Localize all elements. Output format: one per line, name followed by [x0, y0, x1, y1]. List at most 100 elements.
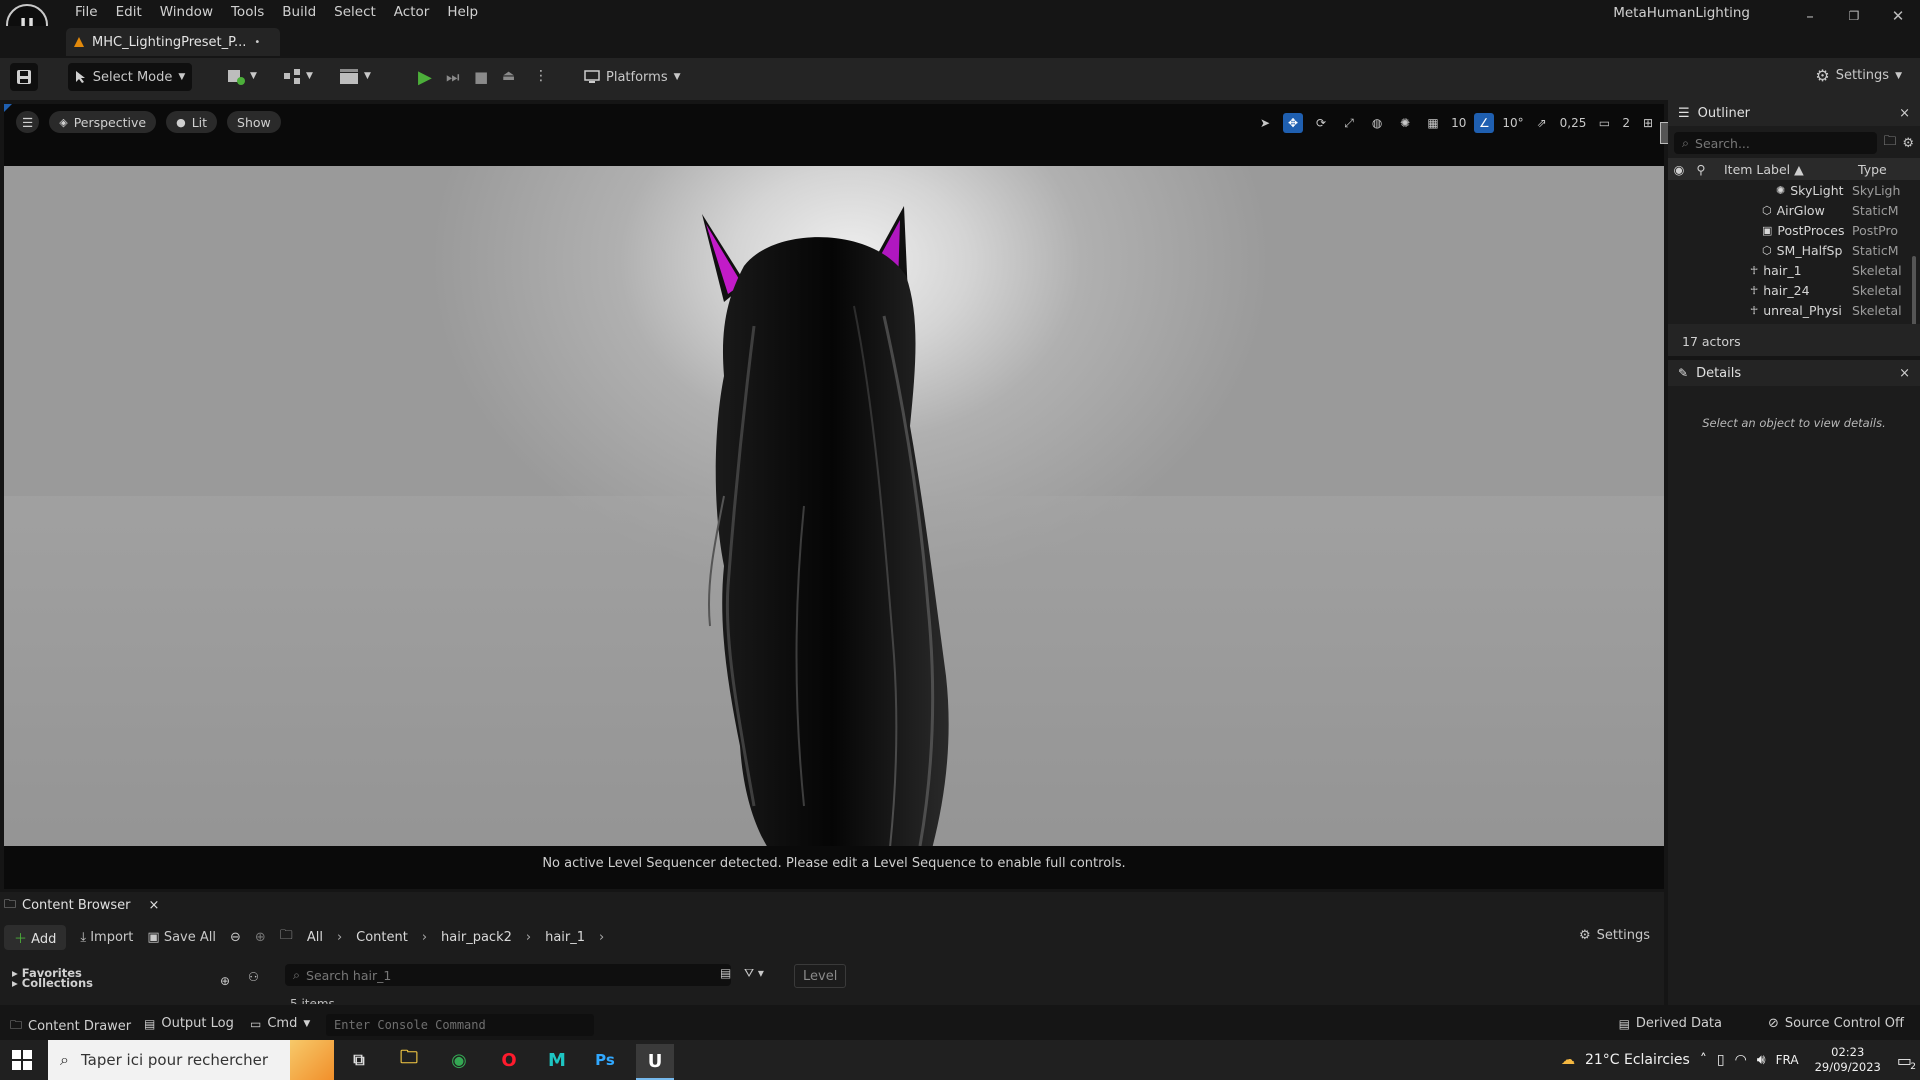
cmd-dropdown[interactable]: ▭ Cmd ▼ [250, 1016, 310, 1031]
file-explorer-icon[interactable]: 🗀 [390, 1044, 428, 1076]
history-forward-icon[interactable]: ⊕ [255, 930, 266, 945]
outliner-row[interactable]: ⬡ AirGlow StaticM [1668, 200, 1920, 220]
grid-snap-value[interactable]: 10 [1451, 116, 1466, 130]
perspective-button[interactable]: ◈ Perspective [49, 111, 157, 133]
save-search-icon[interactable]: ▤ [720, 966, 731, 980]
notifications-icon[interactable]: ▭ 2 [1897, 1051, 1916, 1072]
outliner-scrollbar[interactable] [1912, 256, 1916, 326]
viewport-menu-button[interactable]: ☰ [16, 111, 40, 133]
menu-build[interactable]: Build [273, 0, 325, 24]
menu-help[interactable]: Help [438, 0, 487, 24]
maya-icon[interactable]: M [538, 1044, 576, 1076]
add-button[interactable]: ＋ Add [4, 924, 67, 950]
step-icon[interactable]: ⏭ [446, 68, 460, 86]
scale-snap-icon[interactable]: ⇗ [1532, 113, 1552, 133]
collections-section[interactable]: ▸ Collections [12, 977, 93, 989]
cinematics-button[interactable]: ▼ [338, 66, 371, 86]
history-back-icon[interactable]: ⊖ [230, 930, 241, 945]
derived-data-button[interactable]: ▤ Derived Data [1619, 1016, 1722, 1031]
menu-actor[interactable]: Actor [385, 0, 439, 24]
stop-icon[interactable]: ■ [474, 68, 488, 86]
collection-options-icon[interactable]: ⚇ [248, 970, 259, 984]
task-view-icon[interactable]: ⧉ [340, 1044, 378, 1076]
rotation-snap-icon[interactable]: ∠ [1474, 113, 1495, 133]
lit-button[interactable]: ● Lit [166, 111, 218, 133]
content-browser-settings[interactable]: ⚙ Settings [1579, 928, 1650, 943]
menu-edit[interactable]: Edit [107, 0, 151, 24]
close-icon[interactable]: × [149, 898, 160, 913]
menu-file[interactable]: File [66, 0, 107, 24]
play-icon[interactable]: ▶ [418, 67, 432, 88]
folder-icon[interactable]: 🗀 [280, 926, 293, 948]
surface-snap-icon[interactable]: ✺ [1395, 113, 1415, 133]
outliner-row[interactable]: ⬡ SM_HalfSp StaticM [1668, 240, 1920, 260]
platforms-dropdown[interactable]: Platforms ▼ [578, 63, 687, 91]
clock[interactable]: 02:23 29/09/2023 [1809, 1045, 1887, 1075]
breadcrumb-hair-1[interactable]: hair_1 [545, 930, 585, 945]
outliner-tab[interactable]: ☰ Outliner × [1668, 100, 1920, 126]
unreal-engine-icon[interactable]: U [636, 1044, 674, 1080]
add-folder-icon[interactable]: 🗀 [1883, 132, 1896, 154]
eject-icon[interactable]: ⏏ [502, 68, 515, 84]
battery-icon[interactable]: ▯ [1717, 1052, 1725, 1068]
outliner-row[interactable]: ✺ SkyLight SkyLigh [1668, 180, 1920, 200]
camera-speed-icon[interactable]: ▭ [1594, 113, 1614, 133]
import-button[interactable]: ⤓ Import [80, 930, 133, 945]
save-all-button[interactable]: ▣ Save All [147, 930, 216, 945]
photoshop-icon[interactable]: Ps [586, 1044, 624, 1076]
taskbar-search-box[interactable]: ⌕ Taper ici pour rechercher [48, 1040, 334, 1080]
rotation-snap-value[interactable]: 10° [1502, 116, 1523, 130]
filter-icon[interactable]: ⛛ ▾ [744, 966, 764, 981]
opera-icon[interactable]: O [490, 1044, 528, 1076]
blueprints-button[interactable]: ▼ [282, 66, 313, 86]
rotate-icon[interactable]: ⟳ [1311, 113, 1331, 133]
outliner-row[interactable]: ☥ hair_1 Skeletal [1668, 260, 1920, 280]
layout-icon[interactable]: ⊞ [1638, 113, 1658, 133]
grid-snap-icon[interactable]: ▦ [1423, 113, 1443, 133]
type-column-header[interactable]: Type [1852, 162, 1887, 177]
content-drawer-button[interactable]: 🗀 Content Drawer [10, 1016, 131, 1037]
world-space-icon[interactable]: ◍ [1367, 113, 1387, 133]
add-actor-button[interactable]: ▼ [226, 66, 257, 86]
pin-icon[interactable]: ⚲ [1690, 162, 1712, 177]
close-icon[interactable]: × [1899, 366, 1910, 381]
outliner-row[interactable]: ▣ PostProces PostPro [1668, 220, 1920, 240]
select-cursor-icon[interactable]: ➤ [1255, 113, 1275, 133]
console-input[interactable]: Enter Console Command [326, 1014, 594, 1036]
breadcrumb-hair-pack2[interactable]: hair_pack2 [441, 930, 512, 945]
more-options-icon[interactable]: ⋮ [534, 68, 548, 84]
content-browser-tab[interactable]: 🗀 Content Browser × [4, 894, 159, 916]
show-button[interactable]: Show [227, 111, 281, 133]
close-icon[interactable]: × [1899, 106, 1910, 121]
level-tab[interactable]: MHC_LightingPreset_P... • [66, 28, 281, 56]
viewport-scene[interactable] [4, 166, 1664, 846]
breadcrumb-content[interactable]: Content [356, 930, 408, 945]
menu-window[interactable]: Window [151, 0, 222, 24]
scale-icon[interactable]: ⤢ [1339, 113, 1359, 133]
settings-dropdown[interactable]: ⚙ Settings ▼ [1815, 66, 1902, 85]
windows-start-icon[interactable] [12, 1050, 32, 1074]
breadcrumb-all[interactable]: All [307, 930, 323, 945]
wifi-icon[interactable]: ◠ [1735, 1052, 1747, 1068]
select-mode-dropdown[interactable]: Select Mode ▼ [68, 63, 192, 91]
weather-text[interactable]: 21°C Eclaircies [1585, 1052, 1690, 1068]
tray-chevron-up-icon[interactable]: ˄ [1700, 1052, 1707, 1068]
level-filter-chip[interactable]: Level [794, 964, 847, 988]
source-control-button[interactable]: ⊘ Source Control Off [1768, 1016, 1904, 1031]
breadcrumb-chevron-icon[interactable]: › [599, 930, 604, 945]
item-label-column[interactable]: Item Label ▲ [1712, 162, 1852, 177]
save-button[interactable] [10, 63, 38, 91]
visibility-eye-icon[interactable]: ◉ [1668, 162, 1690, 177]
add-collection-icon[interactable]: ⊕ [220, 974, 230, 988]
language-indicator[interactable]: FRA [1776, 1053, 1799, 1067]
camera-speed-value[interactable]: 2 [1622, 116, 1630, 130]
chrome-icon[interactable]: ◉ [440, 1044, 478, 1076]
outliner-row[interactable]: ☥ hair_24 Skeletal [1668, 280, 1920, 300]
scale-snap-value[interactable]: 0,25 [1560, 116, 1587, 130]
outliner-row[interactable]: ☥ unreal_Physi Skeletal [1668, 300, 1920, 320]
content-search-input[interactable]: ⌕ Search hair_1 [285, 964, 731, 986]
speaker-icon[interactable]: 🔊︎ [1757, 1052, 1766, 1068]
weather-icon[interactable]: ☁ [1561, 1052, 1575, 1068]
outliner-settings-gear-icon[interactable]: ⚙ [1902, 136, 1914, 151]
output-log-button[interactable]: ▤ Output Log [144, 1016, 234, 1031]
